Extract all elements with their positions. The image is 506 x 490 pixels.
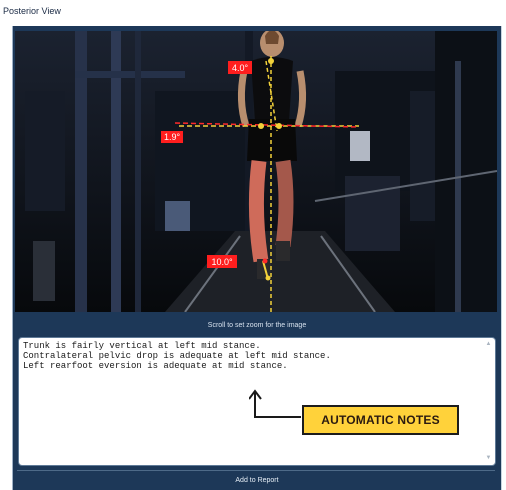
zoom-hint: Scroll to set zoom for the image bbox=[207, 322, 307, 329]
notes-text[interactable]: Trunk is fairly vertical at left mid sta… bbox=[23, 341, 479, 371]
notes-scrollbar[interactable]: ▲ ▼ bbox=[485, 341, 492, 462]
landmark-point bbox=[276, 123, 282, 129]
svg-text:1.9°: 1.9° bbox=[164, 132, 181, 142]
add-to-report-button[interactable]: Add to Report bbox=[13, 477, 501, 484]
svg-text:10.0°: 10.0° bbox=[211, 257, 233, 267]
gait-image-viewport[interactable]: 4.0° 1.9° 10.0° bbox=[15, 31, 497, 312]
landmark-point bbox=[265, 275, 271, 281]
scroll-down-icon[interactable]: ▼ bbox=[485, 455, 492, 462]
landmark-point bbox=[262, 258, 268, 264]
posterior-view-panel: 4.0° 1.9° 10.0° Scroll to set zoom for t… bbox=[12, 26, 502, 490]
divider bbox=[17, 470, 495, 471]
rearfoot-angle-label: 10.0° bbox=[207, 255, 237, 268]
notes-textarea[interactable]: Trunk is fairly vertical at left mid sta… bbox=[18, 337, 496, 466]
svg-text:4.0°: 4.0° bbox=[232, 63, 249, 73]
scroll-up-icon[interactable]: ▲ bbox=[485, 341, 492, 348]
gait-image: 4.0° 1.9° 10.0° bbox=[15, 31, 497, 312]
pelvis-angle-label: 1.9° bbox=[161, 131, 183, 143]
trunk-angle-label: 4.0° bbox=[228, 61, 252, 74]
landmark-point bbox=[268, 58, 274, 64]
automatic-notes-callout: AUTOMATIC NOTES bbox=[302, 405, 459, 435]
window-title: Posterior View bbox=[3, 6, 61, 16]
landmark-point bbox=[258, 123, 264, 129]
annotation-arrow-icon bbox=[249, 389, 301, 418]
